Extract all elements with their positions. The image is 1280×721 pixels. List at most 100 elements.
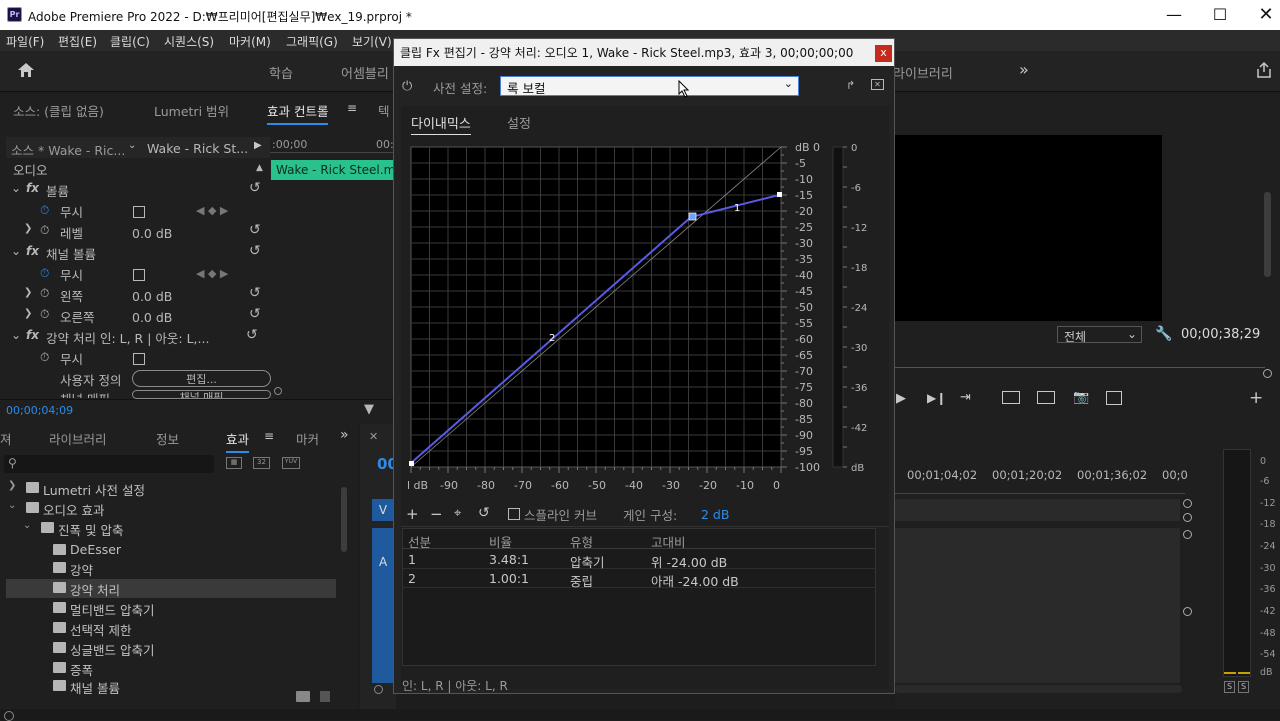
tab-lumetri-scopes[interactable]: Lumetri 범위 xyxy=(154,101,229,120)
ec-timecode[interactable]: 00;00;04;09 xyxy=(6,404,73,417)
table-row[interactable] xyxy=(403,550,875,569)
timeline-scroll-handle[interactable] xyxy=(374,685,383,694)
home-icon[interactable] xyxy=(17,62,35,78)
accelerated-effects-icon[interactable]: ▦ xyxy=(226,457,242,469)
program-timecode[interactable]: 00;00;38;29 xyxy=(1181,327,1260,342)
reset-icon[interactable]: ↺ xyxy=(249,222,261,238)
more-panels-icon[interactable]: » xyxy=(340,427,349,443)
tab-effects[interactable]: 효과 xyxy=(226,429,250,453)
reset-icon[interactable]: ↺ xyxy=(249,180,261,196)
effects-tree-item[interactable]: 싱글밴드 압축기 xyxy=(70,640,154,659)
reset-icon[interactable]: ↺ xyxy=(249,243,261,259)
panel-menu-icon[interactable]: ≡ xyxy=(347,101,357,115)
tree-expand-icon[interactable]: ❯ xyxy=(8,480,16,491)
level-value[interactable]: 0.0 dB xyxy=(132,226,172,241)
add-point-icon[interactable]: + xyxy=(406,505,419,523)
solo-left-button[interactable]: S xyxy=(1224,681,1235,693)
tab-markers[interactable]: 마커 xyxy=(296,429,319,448)
tab-settings[interactable]: 설정 xyxy=(507,113,531,132)
trash-icon[interactable] xyxy=(320,691,330,702)
tab-project[interactable]: 져 xyxy=(0,429,12,448)
menu-view[interactable]: 보기(V) xyxy=(352,33,392,50)
stopwatch-icon[interactable]: ⏱ xyxy=(40,223,49,238)
tree-expand-icon[interactable]: ⌄ xyxy=(23,520,31,531)
stopwatch-icon[interactable]: ⏱ xyxy=(40,350,49,365)
zoom-select[interactable]: 전체 ⌄ xyxy=(1057,326,1142,344)
extract-icon[interactable] xyxy=(1037,391,1055,404)
menu-graphics[interactable]: 그래픽(G) xyxy=(286,33,338,50)
tab-source[interactable]: 소스: (클립 없음) xyxy=(13,101,104,120)
effects-tree-item[interactable]: 강약 xyxy=(70,560,93,579)
gain-value[interactable]: 2 dB xyxy=(701,507,729,522)
curve-endpoint[interactable] xyxy=(777,192,782,197)
spline-checkbox[interactable] xyxy=(508,508,520,520)
reset-icon[interactable]: ↺ xyxy=(249,285,261,301)
workspace-libraries[interactable]: 라이브러리 xyxy=(893,63,953,82)
keyframe-nav-icon[interactable]: ◀ ◆ ▶ xyxy=(196,204,228,217)
track-a-toggle[interactable]: A xyxy=(379,555,387,569)
minimize-button[interactable]: — xyxy=(1151,0,1197,30)
solo-right-button[interactable]: S xyxy=(1238,681,1249,693)
effects-tree-item[interactable]: DeEsser xyxy=(70,542,121,557)
ec-clip-bar[interactable]: Wake - Rick Steel.mp xyxy=(271,160,393,180)
program-zoom-handle[interactable] xyxy=(1263,369,1272,378)
effects-tree-item[interactable]: Lumetri 사전 설정 xyxy=(43,480,145,499)
effects-tree-item[interactable]: 강약 처리 xyxy=(70,580,120,599)
right-value[interactable]: 0.0 dB xyxy=(132,310,172,325)
tab-info[interactable]: 정보 xyxy=(156,429,179,448)
channel-map-button[interactable]: 채널 매핑 xyxy=(132,390,271,399)
track-handle-2[interactable] xyxy=(1183,513,1192,522)
menu-marker[interactable]: 마커(M) xyxy=(229,33,271,50)
expand-dynamics-icon[interactable]: ⌄ xyxy=(11,328,21,342)
workspace-learn[interactable]: 학습 xyxy=(269,63,293,82)
effects-tree-item[interactable]: 오디오 효과 xyxy=(43,500,104,519)
stopwatch-icon[interactable]: ⏱ xyxy=(40,286,49,301)
scroll-handle[interactable] xyxy=(274,387,282,395)
menu-clip[interactable]: 클립(C) xyxy=(110,33,150,50)
preset-dropdown[interactable]: 록 보컬 ⌄ xyxy=(500,76,799,96)
panel-menu-icon[interactable]: ≡ xyxy=(264,429,274,443)
bypass-checkbox-3[interactable] xyxy=(133,353,145,365)
stopwatch-icon[interactable]: ⏱ xyxy=(40,266,49,281)
effects-search-input[interactable] xyxy=(4,455,214,473)
menu-file[interactable]: 파일(F) xyxy=(6,33,44,50)
fx-channel-volume-badge[interactable]: fx xyxy=(26,244,39,258)
lift-icon[interactable] xyxy=(1002,391,1020,404)
collapse-up-icon[interactable]: ▲ xyxy=(256,163,263,173)
track-handle-3[interactable] xyxy=(1183,530,1192,539)
share-icon[interactable] xyxy=(1255,61,1273,79)
stopwatch-icon[interactable]: ⏱ xyxy=(40,203,49,218)
expand-icon[interactable]: ❯ xyxy=(24,223,32,234)
tab-libraries[interactable]: 라이브러리 xyxy=(49,429,107,448)
keyframe-nav-icon[interactable]: ◀ ◆ ▶ xyxy=(196,267,228,280)
tree-expand-icon[interactable]: ⌄ xyxy=(8,500,16,511)
chevron-down-icon[interactable]: ⌄ xyxy=(128,140,136,151)
delete-preset-icon[interactable]: ✕ xyxy=(871,79,884,90)
effects-tree-item[interactable]: 선택적 제한 xyxy=(70,620,131,639)
power-icon[interactable]: ⏻ xyxy=(402,79,412,94)
video-track[interactable] xyxy=(895,499,1180,521)
yuv-icon[interactable]: YUV xyxy=(282,457,300,469)
effects-tree-item[interactable]: 채널 볼륨 xyxy=(70,678,120,697)
bypass-checkbox-2[interactable] xyxy=(133,269,145,281)
dynamics-graph[interactable]: dB 0-5-10-15-20-25-30-35-40-45-50-55-60-… xyxy=(401,137,889,503)
invert-icon[interactable]: ⌖ xyxy=(454,506,461,521)
menu-sequence[interactable]: 시퀀스(S) xyxy=(164,33,214,50)
track-handle-4[interactable] xyxy=(1183,607,1192,616)
filter-icon[interactable]: ▼ xyxy=(364,402,374,417)
effects-tree-item[interactable]: 멀티밴드 압축기 xyxy=(70,600,154,619)
dialog-close-button[interactable]: x xyxy=(875,45,892,62)
effects-tree-item[interactable]: 증폭 xyxy=(70,660,93,679)
32bit-icon[interactable]: 32 xyxy=(253,457,270,469)
track-v-toggle[interactable]: V xyxy=(372,499,394,521)
table-row[interactable] xyxy=(403,569,875,588)
maximize-button[interactable]: ☐ xyxy=(1197,0,1243,30)
tab-dynamics[interactable]: 다이내믹스 xyxy=(411,113,471,135)
audio-track[interactable] xyxy=(895,528,1180,683)
go-to-out-icon[interactable]: ⇥ xyxy=(960,390,971,405)
play-triangle-icon[interactable]: ▶ xyxy=(254,140,262,151)
close-window-button[interactable]: ✕ xyxy=(1243,0,1280,30)
add-button-icon[interactable]: + xyxy=(1249,388,1263,408)
target-clip-link[interactable]: Wake - Rick St... xyxy=(147,141,248,156)
new-folder-icon[interactable] xyxy=(296,691,310,702)
